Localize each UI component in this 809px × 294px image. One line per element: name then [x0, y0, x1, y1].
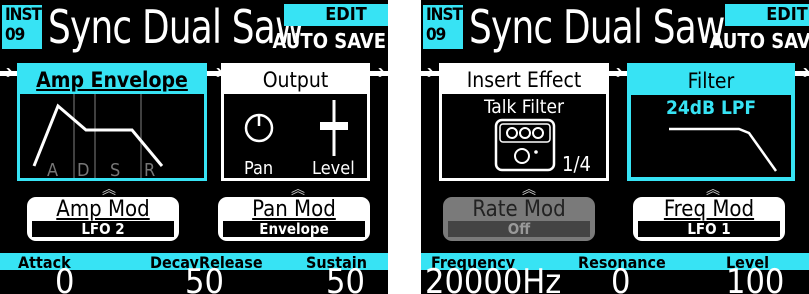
- insert-effect-title: Insert Effect: [442, 66, 606, 94]
- amp-mod-button[interactable]: Amp Mod LFO 2: [27, 197, 179, 241]
- auto-save-label: AUTO SAVE: [709, 29, 809, 53]
- amp-envelope-title: Amp Envelope: [20, 66, 204, 94]
- level-label: Level: [312, 158, 355, 179]
- freq-mod-button[interactable]: Freq Mod LFO 1: [633, 197, 785, 241]
- flow-arrow-icon: ➔: [421, 62, 435, 83]
- edit-badge[interactable]: EDIT: [725, 4, 809, 26]
- inst-number: 09: [426, 25, 446, 45]
- inst-number: 09: [5, 25, 25, 45]
- flow-arrow-icon: ➔: [372, 62, 386, 83]
- flow-arrow-icon: ➔: [797, 62, 809, 83]
- inst-label: INST: [5, 5, 42, 25]
- pan-label: Pan: [244, 158, 274, 179]
- freq-mod-title: Freq Mod: [663, 197, 755, 222]
- pan-mod-title: Pan Mod: [252, 197, 336, 222]
- screen-amp-output: INST 09 Sync Dual Saw EDIT AUTO SAVE ➔ ➔…: [0, 0, 388, 294]
- effect-page-indicator: 1/4: [562, 152, 591, 176]
- screen-effect-filter: INST 09 Sync Dual Saw EDIT AUTO SAVE ➔ ➔…: [421, 0, 809, 294]
- param-value-resonance[interactable]: 0: [611, 265, 630, 294]
- instrument-number-badge: INST 09: [423, 5, 463, 49]
- chevron-up-icon: ︽: [291, 182, 305, 198]
- instrument-number-badge: INST 09: [2, 5, 42, 49]
- param-value-level[interactable]: 100: [726, 265, 784, 294]
- edit-badge[interactable]: EDIT: [284, 4, 388, 26]
- decay-letter: D: [77, 160, 90, 181]
- freq-mod-value: LFO 1: [638, 221, 780, 237]
- chevron-up-icon: ︽: [102, 182, 116, 198]
- amp-mod-value: LFO 2: [32, 221, 174, 237]
- filter-curve-graph: [669, 127, 778, 172]
- output-title: Output: [224, 66, 367, 94]
- instrument-name: Sync Dual Saw: [48, 0, 304, 54]
- pan-knob-icon: [244, 100, 348, 156]
- insert-effect-card[interactable]: Insert Effect Talk Filter 1/4: [439, 63, 609, 181]
- chevron-up-icon: ︽: [522, 182, 536, 198]
- output-card[interactable]: Output Pan Level: [221, 63, 370, 181]
- chevron-up-icon: ︽: [706, 182, 720, 198]
- rate-mod-button[interactable]: Rate Mod Off: [443, 197, 595, 241]
- flow-arrow-icon: ➔: [0, 62, 14, 83]
- filter-title: Filter: [631, 67, 791, 95]
- effect-pedal-icon: [494, 118, 556, 172]
- param-value-release[interactable]: 50: [185, 265, 224, 294]
- rate-mod-title: Rate Mod: [472, 197, 566, 222]
- filter-card[interactable]: Filter 24dB LPF: [627, 63, 795, 181]
- param-value-frequency[interactable]: 20000Hz: [425, 265, 561, 294]
- amp-envelope-card[interactable]: Amp Envelope A D S R: [17, 63, 207, 181]
- pan-mod-value: Envelope: [223, 221, 365, 237]
- param-value-attack[interactable]: 0: [55, 265, 74, 294]
- auto-save-label: AUTO SAVE: [272, 29, 387, 53]
- param-value-sustain[interactable]: 50: [326, 265, 365, 294]
- flow-arrow-icon: ➔: [610, 62, 624, 83]
- instrument-name: Sync Dual Saw: [469, 0, 725, 54]
- amp-mod-title: Amp Mod: [56, 197, 150, 222]
- attack-letter: A: [47, 160, 59, 181]
- release-letter: R: [144, 160, 156, 181]
- filter-type: 24dB LPF: [665, 97, 757, 119]
- rate-mod-value: Off: [448, 221, 590, 237]
- pan-mod-button[interactable]: Pan Mod Envelope: [218, 197, 370, 241]
- inst-label: INST: [426, 5, 463, 25]
- sustain-letter: S: [110, 160, 121, 181]
- insert-effect-name: Talk Filter: [483, 96, 565, 118]
